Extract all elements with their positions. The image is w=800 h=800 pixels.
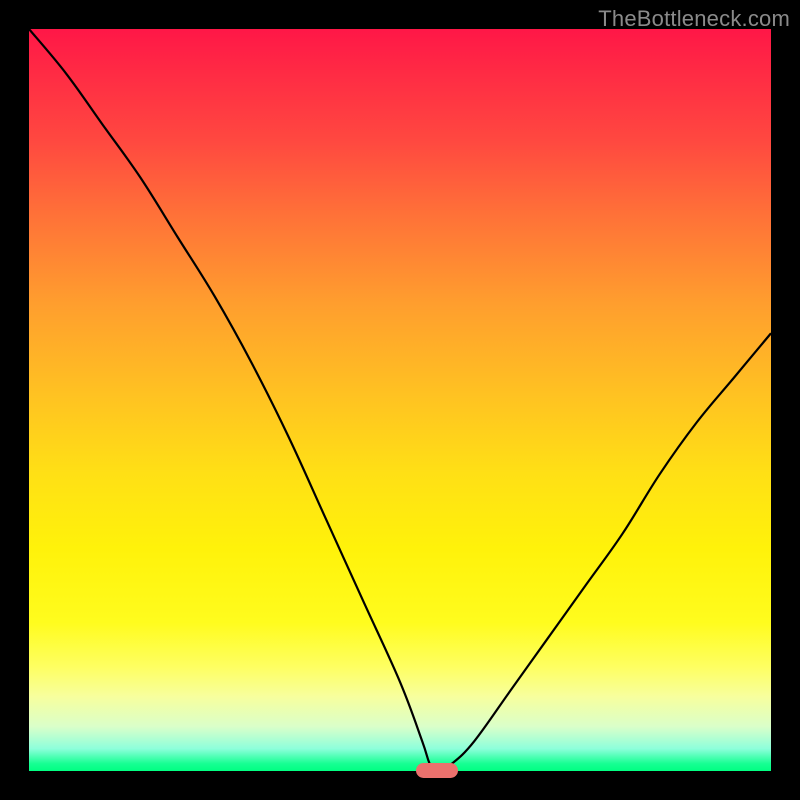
watermark-text: TheBottleneck.com	[598, 6, 790, 32]
optimal-marker	[416, 763, 458, 778]
chart-frame: TheBottleneck.com	[0, 0, 800, 800]
plot-area	[29, 29, 771, 771]
